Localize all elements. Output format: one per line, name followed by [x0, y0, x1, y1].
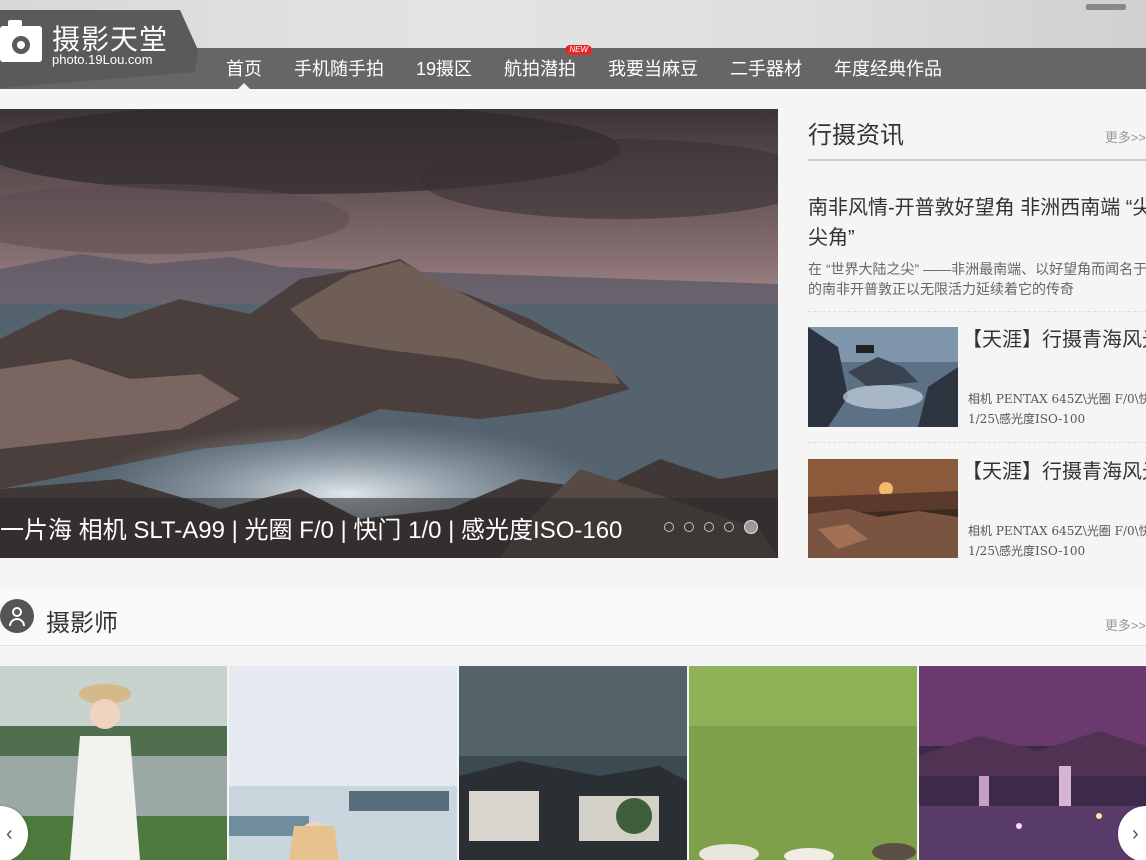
slider-dot[interactable]	[684, 522, 694, 532]
photographers-section: 摄影师 更多>>	[0, 589, 1146, 646]
new-badge: NEW	[565, 45, 593, 55]
news-item: 【天涯】行摄青海风光美 相机 PENTAX 645Z\光圈 F/0\快门 1/2…	[808, 459, 1146, 558]
girl-by-lake-photo[interactable]	[0, 666, 227, 860]
news-panel: 行摄资讯 更多>> 南非风情-开普敦好望角 非洲西南端 “尖尖角” 在 “世界大…	[808, 109, 1146, 558]
girl-at-pier-photo[interactable]	[229, 666, 457, 860]
photographers-title: 摄影师	[46, 610, 118, 637]
news-lead-desc: 在 “世界大陆之尖” ——非洲最南端、以好望角而闻名于世的南非开普敦正以无限活力…	[808, 261, 1146, 297]
hero-slider[interactable]: 一片海 相机 SLT-A99 | 光圈 F/0 | 快门 1/0 | 感光度IS…	[0, 109, 778, 558]
nav-item-aerial-label: 航拍潜拍	[504, 59, 577, 79]
main-nav: 首页 手机随手拍 19摄区 航拍潜拍 NEW 我要当麻豆 二手器材 年度经典作品	[210, 45, 958, 89]
nav-item-mobile-photos[interactable]: 手机随手拍	[278, 48, 400, 89]
news-item-desc: 相机 PENTAX 645Z\光圈 F/0\快门 1/25\感光度ISO-100	[968, 524, 1146, 558]
slider-dots	[664, 520, 758, 534]
nav-item-used-gear[interactable]: 二手器材	[714, 48, 818, 89]
news-title: 行摄资讯	[808, 122, 904, 149]
slider-caption-text: 一片海 相机 SLT-A99 | 光圈 F/0 | 快门 1/0 | 感光度IS…	[0, 517, 623, 544]
camera-icon	[0, 18, 44, 64]
news-item-title[interactable]: 【天涯】行摄青海风光美	[962, 325, 1146, 355]
night-city-photo[interactable]	[919, 666, 1146, 860]
chevron-left-icon: ‹	[6, 823, 13, 845]
boat-decoration	[1086, 4, 1126, 10]
news-divider	[808, 442, 1146, 443]
old-town-photo[interactable]	[459, 666, 687, 860]
nav-item-aerial[interactable]: 航拍潜拍 NEW	[488, 45, 593, 89]
slider-dot[interactable]	[704, 522, 714, 532]
slider-dot[interactable]	[724, 522, 734, 532]
grassland-goats-photo[interactable]	[689, 666, 917, 860]
news-item-title[interactable]: 【天涯】行摄青海风光美	[962, 457, 1146, 487]
sunset-canyon-photo[interactable]	[808, 459, 958, 558]
nav-item-model[interactable]: 我要当麻豆	[592, 48, 714, 89]
news-more-link[interactable]: 更多>>	[1105, 127, 1146, 146]
page: 摄影天堂 photo.19Lou.com 首页 手机随手拍 19摄区 航拍潜拍 …	[0, 0, 1146, 860]
news-lead-title[interactable]: 南非风情-开普敦好望角 非洲西南端 “尖尖角”	[808, 193, 1146, 253]
news-divider	[808, 311, 1146, 312]
hero-photo	[0, 109, 778, 558]
nav-item-home[interactable]: 首页	[210, 48, 278, 89]
photographers-more-link[interactable]: 更多>>	[1105, 615, 1146, 634]
nav-item-19-zone[interactable]: 19摄区	[400, 48, 488, 89]
news-header: 行摄资讯 更多>>	[808, 109, 1146, 161]
chevron-right-icon: ›	[1132, 823, 1139, 845]
slider-dot[interactable]	[664, 522, 674, 532]
logo-subtitle: photo.19Lou.com	[52, 52, 153, 67]
slider-caption: 一片海 相机 SLT-A99 | 光圈 F/0 | 快门 1/0 | 感光度IS…	[0, 498, 778, 558]
rocky-shore-photo[interactable]	[808, 327, 958, 427]
news-lead: 南非风情-开普敦好望角 非洲西南端 “尖尖角” 在 “世界大陆之尖” ——非洲最…	[808, 193, 1146, 299]
header: 摄影天堂 photo.19Lou.com 首页 手机随手拍 19摄区 航拍潜拍 …	[0, 0, 1146, 89]
news-item: 【天涯】行摄青海风光美 相机 PENTAX 645Z\光圈 F/0\快门 1/2…	[808, 327, 1146, 427]
nav-item-annual-works[interactable]: 年度经典作品	[818, 48, 958, 89]
photographers-gallery	[0, 666, 1146, 860]
news-item-desc: 相机 PENTAX 645Z\光圈 F/0\快门 1/25\感光度ISO-100	[968, 392, 1146, 426]
user-icon	[0, 599, 34, 633]
slider-dot-active[interactable]	[744, 520, 758, 534]
